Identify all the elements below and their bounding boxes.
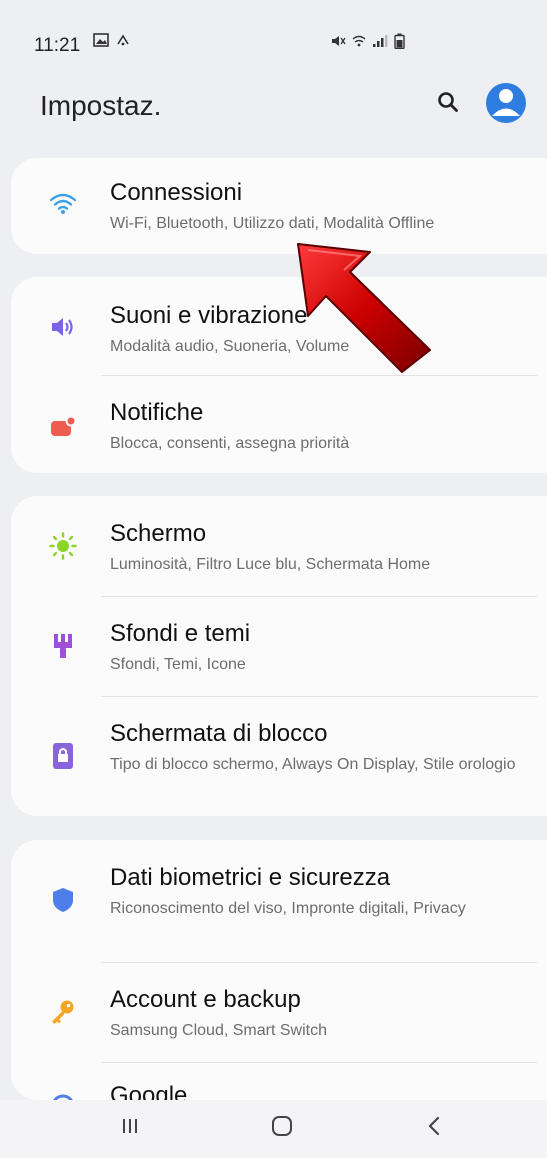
wifi-calling-icon — [116, 33, 130, 52]
settings-item-title: Notifiche — [110, 399, 204, 426]
settings-item-subtitle: Wi-Fi, Bluetooth, Utilizzo dati, Modalit… — [110, 215, 435, 232]
lock-screen-icon — [49, 742, 77, 770]
settings-item-subtitle: Luminosità, Filtro Luce blu, Schermata H… — [110, 556, 431, 573]
wifi-status-icon — [352, 34, 366, 51]
key-icon — [49, 998, 77, 1026]
battery-icon — [394, 33, 405, 52]
settings-item-title: Schermata di blocco — [110, 720, 328, 747]
notification-icon — [49, 413, 77, 441]
settings-item-account[interactable]: Account e backup Samsung Cloud, Smart Sw… — [11, 962, 547, 1062]
settings-item-title: Sfondi e temi — [110, 620, 251, 647]
card-connections: Connessioni Wi-Fi, Bluetooth, Utilizzo d… — [11, 158, 547, 254]
app-header: Impostaz. — [0, 80, 547, 136]
red-arrow-icon — [290, 238, 450, 378]
shield-icon — [49, 886, 77, 914]
search-icon — [437, 91, 459, 118]
settings-item-connessioni[interactable]: Connessioni Wi-Fi, Bluetooth, Utilizzo d… — [11, 158, 547, 254]
card-security: Dati biometrici e sicurezza Riconoscimen… — [11, 840, 547, 1100]
status-bar: 11:21 — [0, 0, 547, 80]
volume-icon — [49, 313, 77, 341]
search-button[interactable] — [428, 84, 468, 124]
settings-item-schermo[interactable]: Schermo Luminosità, Filtro Luce blu, Sch… — [11, 496, 547, 596]
back-button[interactable] — [404, 1108, 464, 1148]
recents-icon — [120, 1116, 140, 1141]
account-icon — [486, 83, 526, 123]
settings-item-subtitle: Samsung Cloud, Smart Switch — [110, 1022, 327, 1039]
settings-item-title: Connessioni — [110, 179, 243, 206]
navigation-bar — [0, 1100, 547, 1158]
settings-item-subtitle: Blocca, consenti, assegna priorità — [110, 435, 350, 452]
settings-item-suoni[interactable]: Suoni e vibrazione Modalità audio, Suone… — [11, 277, 547, 375]
page-title: Impostaz. — [40, 90, 162, 121]
google-icon — [49, 1092, 77, 1100]
mute-icon — [330, 34, 346, 51]
account-button[interactable] — [486, 83, 526, 123]
settings-item-title: Account e backup — [110, 986, 301, 1013]
recents-button[interactable] — [100, 1108, 160, 1148]
gallery-icon — [93, 33, 109, 52]
settings-item-biometrici[interactable]: Dati biometrici e sicurezza Riconoscimen… — [11, 840, 547, 962]
settings-item-google[interactable]: Google — [11, 1062, 547, 1100]
card-display: Schermo Luminosità, Filtro Luce blu, Sch… — [11, 496, 547, 816]
settings-item-subtitle: Sfondi, Temi, Icone — [110, 656, 246, 673]
card-sound-notifications: Suoni e vibrazione Modalità audio, Suone… — [11, 277, 547, 473]
settings-item-title: Dati biometrici e sicurezza — [110, 864, 391, 891]
home-button[interactable] — [252, 1108, 312, 1148]
settings-item-title: Schermo — [110, 520, 207, 547]
settings-item-blocco[interactable]: Schermata di blocco Tipo di blocco scher… — [11, 696, 547, 816]
brush-icon — [49, 632, 77, 660]
settings-item-title: Suoni e vibrazione — [110, 302, 308, 329]
wifi-icon — [49, 190, 77, 218]
settings-item-notifiche[interactable]: Notifiche Blocca, consenti, assegna prio… — [11, 375, 547, 473]
settings-item-subtitle: Riconoscimento del viso, Impronte digita… — [110, 900, 466, 917]
settings-item-sfondi[interactable]: Sfondi e temi Sfondi, Temi, Icone — [11, 596, 547, 696]
settings-item-subtitle: Tipo di blocco schermo, Always On Displa… — [110, 756, 516, 773]
brightness-icon — [49, 532, 77, 560]
back-icon — [426, 1115, 442, 1142]
status-time: 11:21 — [34, 35, 81, 56]
settings-item-title: Google — [110, 1082, 188, 1100]
signal-icon — [372, 34, 388, 51]
home-icon — [270, 1114, 294, 1143]
